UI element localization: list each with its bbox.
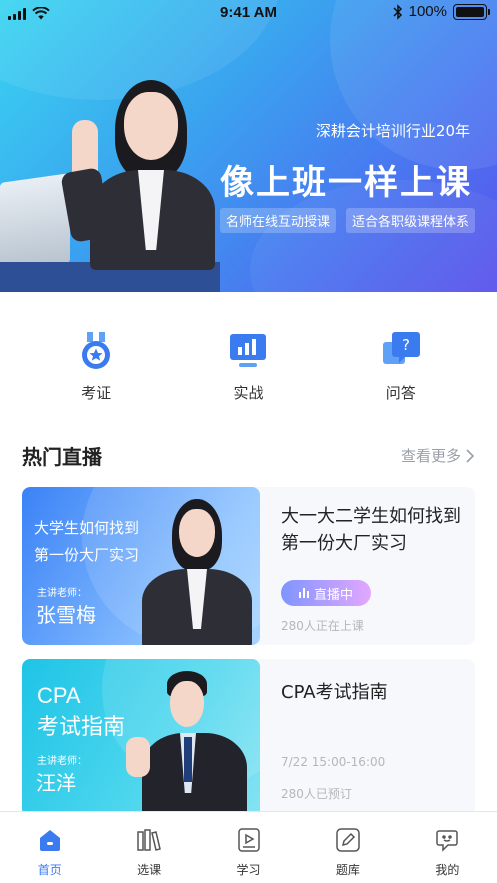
teacher-name: 张雪梅 bbox=[36, 603, 96, 627]
live-status-label: 直播中 bbox=[313, 587, 353, 603]
quick-entry-practice[interactable]: 实战 bbox=[188, 330, 308, 410]
tab-home[interactable]: 首页 bbox=[0, 812, 99, 883]
teacher-photo bbox=[132, 497, 257, 645]
course-meta: 280人正在上课 bbox=[281, 619, 364, 633]
quick-entry-label: 实战 bbox=[233, 384, 264, 402]
see-more-label: 查看更多 bbox=[400, 447, 461, 465]
course-meta: 280人已预订 bbox=[281, 787, 352, 801]
tab-profile[interactable]: 我的 bbox=[398, 812, 497, 883]
banner-title: 像上班一样上课 bbox=[220, 163, 472, 203]
banner-tag: 名师在线互动授课 bbox=[219, 208, 336, 233]
banner-tag: 适合各职级课程体系 bbox=[345, 208, 475, 233]
hero-banner[interactable]: 深耕会计培训行业20年 像上班一样上课 名师在线互动授课 适合各职级课程体系 bbox=[0, 0, 497, 292]
course-card[interactable]: CPA 考试指南 主讲老师： 汪洋 CPA考试指南 7/22 15:00-16:… bbox=[22, 659, 475, 817]
teacher-label: 主讲老师： bbox=[37, 588, 87, 599]
teacher-photo bbox=[122, 667, 257, 817]
tab-study[interactable]: 学习 bbox=[199, 812, 298, 883]
books-icon bbox=[136, 827, 162, 853]
course-card[interactable]: 大学生如何找到 第一份大厂实习 主讲老师： 张雪梅 大一大二学生如何找到第一份大… bbox=[22, 487, 475, 645]
tab-courses[interactable]: 选课 bbox=[99, 812, 198, 883]
quick-entry-label: 考证 bbox=[81, 384, 112, 402]
live-status-badge: 直播中 bbox=[281, 580, 371, 606]
chevron-right-icon bbox=[466, 448, 475, 463]
battery-percent: 100% bbox=[408, 3, 447, 20]
home-icon bbox=[37, 827, 63, 853]
svg-text:?: ? bbox=[402, 336, 410, 354]
section-title-hot-live: 热门直播 bbox=[22, 445, 102, 469]
banner-presenter-image bbox=[60, 70, 230, 270]
quick-entry-qa[interactable]: ? 问答 bbox=[341, 330, 461, 410]
course-thumbnail: CPA 考试指南 主讲老师： 汪洋 bbox=[22, 659, 260, 817]
thumb-headline: 第一份大厂实习 bbox=[34, 546, 140, 564]
course-title: 大一大二学生如何找到第一份大厂实习 bbox=[281, 506, 461, 554]
teacher-label: 主讲老师： bbox=[37, 756, 87, 767]
tab-label: 学习 bbox=[236, 863, 261, 877]
tab-label: 首页 bbox=[37, 863, 62, 877]
quick-entry-label: 问答 bbox=[385, 384, 416, 402]
see-more-link[interactable]: 查看更多 bbox=[401, 445, 475, 466]
teacher-name: 汪洋 bbox=[36, 771, 76, 795]
medal-icon bbox=[76, 330, 116, 370]
thumb-headline: 考试指南 bbox=[37, 715, 126, 740]
bluetooth-icon bbox=[393, 3, 402, 20]
battery-icon bbox=[453, 3, 490, 20]
quick-entry-certificate[interactable]: 考证 bbox=[36, 330, 156, 410]
course-title: CPA考试指南 bbox=[281, 682, 388, 703]
question-bubble-icon: ? bbox=[381, 330, 421, 370]
pen-icon bbox=[335, 827, 361, 853]
tab-label: 选课 bbox=[137, 863, 162, 877]
tab-label: 题库 bbox=[335, 863, 360, 877]
tab-question-bank[interactable]: 题库 bbox=[298, 812, 397, 883]
live-bars-icon bbox=[298, 588, 309, 598]
course-thumbnail: 大学生如何找到 第一份大厂实习 主讲老师： 张雪梅 bbox=[22, 487, 260, 645]
quick-entry-row: 考证 实战 ? 问答 bbox=[0, 330, 497, 410]
play-doc-icon bbox=[236, 827, 262, 853]
thumb-headline: CPA bbox=[37, 683, 81, 708]
status-bar: 9:41 AM 100% bbox=[0, 0, 497, 28]
tab-label: 我的 bbox=[435, 863, 460, 877]
banner-tagline: 深耕会计培训行业20年 bbox=[315, 122, 470, 140]
bottom-tab-bar: 首页 选课 学习 题库 我的 bbox=[0, 811, 497, 883]
banner-tags: 名师在线互动授课 适合各职级课程体系 bbox=[219, 208, 475, 233]
monitor-chart-icon bbox=[228, 330, 268, 370]
profile-icon bbox=[434, 827, 460, 853]
thumb-headline: 大学生如何找到 bbox=[34, 519, 140, 537]
course-schedule: 7/22 15:00-16:00 bbox=[281, 755, 386, 769]
